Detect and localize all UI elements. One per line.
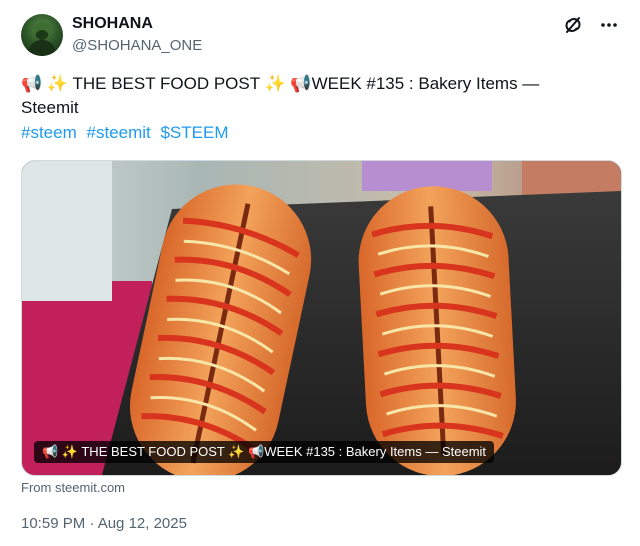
- more-options-icon[interactable]: [598, 14, 620, 36]
- bakery-photo: [22, 161, 621, 475]
- hashtags: #steem #steemit $STEEM: [21, 123, 234, 143]
- timestamp[interactable]: 10:59 PM · Aug 12, 2025: [21, 515, 187, 532]
- link-card-image[interactable]: 📢 ✨ THE BEST FOOD POST ✨ 📢WEEK #135 : Ba…: [21, 160, 622, 476]
- link-card-title: 📢 ✨ THE BEST FOOD POST ✨ 📢WEEK #135 : Ba…: [34, 441, 495, 463]
- tweet-text: 📢 ✨ THE BEST FOOD POST ✨ 📢WEEK #135 : Ba…: [21, 72, 611, 120]
- hashtag-steemit[interactable]: #steemit: [86, 123, 150, 142]
- tweet-card: SHOHANA @SHOHANA_ONE 📢 ✨ THE BEST FOOD P…: [0, 0, 640, 546]
- hashtag-steem[interactable]: #steem: [21, 123, 77, 142]
- author-name[interactable]: SHOHANA: [72, 15, 153, 33]
- cashtag-steem[interactable]: $STEEM: [160, 123, 228, 142]
- avatar[interactable]: [21, 14, 63, 56]
- source-link[interactable]: From steemit.com: [21, 480, 125, 495]
- no-link-icon[interactable]: [562, 14, 584, 36]
- avatar-image: [27, 22, 57, 56]
- tweet-text-line-1: 📢 ✨ THE BEST FOOD POST ✨ 📢WEEK #135 : Ba…: [21, 74, 540, 93]
- tweet-text-line-2: Steemit: [21, 98, 79, 117]
- author-handle[interactable]: @SHOHANA_ONE: [72, 37, 202, 54]
